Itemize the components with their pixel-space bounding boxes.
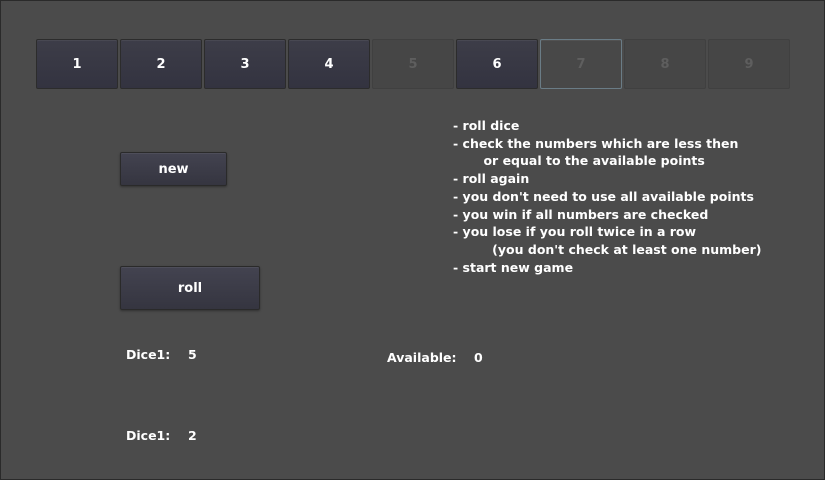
- instruction-line: - roll dice: [453, 118, 520, 133]
- dice1-value: 5: [188, 347, 197, 362]
- available-label: Available:: [387, 350, 457, 365]
- number-bar: 1 2 3 4 5 6 7 8 9: [36, 39, 792, 89]
- game-screen: 1 2 3 4 5 6 7 8 9 new roll - roll dice -…: [0, 0, 825, 480]
- instruction-line: - start new game: [453, 259, 574, 275]
- instruction-line: - you win if all numbers are checked: [453, 206, 709, 222]
- instruction-line: - you lose if you roll twice in a row: [453, 224, 697, 240]
- number-tile-8[interactable]: 8: [624, 39, 706, 89]
- number-tile-7[interactable]: 7: [540, 39, 622, 89]
- instruction-line: - roll again: [453, 171, 530, 187]
- number-tile-5[interactable]: 5: [372, 39, 454, 89]
- number-tile-2[interactable]: 2: [120, 39, 202, 89]
- instruction-line: (you don't check at least one number): [453, 241, 762, 257]
- dice1-label: Dice1:: [126, 347, 171, 362]
- instruction-line: - check the numbers which are less then: [453, 135, 739, 151]
- number-tile-6[interactable]: 6: [456, 39, 538, 89]
- number-tile-4[interactable]: 4: [288, 39, 370, 89]
- number-tile-3[interactable]: 3: [204, 39, 286, 89]
- available-value: 0: [474, 350, 483, 365]
- dice2-value: 2: [188, 428, 197, 443]
- roll-button[interactable]: roll: [120, 266, 260, 310]
- number-tile-9[interactable]: 9: [708, 39, 790, 89]
- instruction-line: - you don't need to use all available po…: [453, 188, 754, 204]
- number-tile-1[interactable]: 1: [36, 39, 118, 89]
- dice2-label: Dice1:: [126, 428, 171, 443]
- instructions-text: - roll dice - check the numbers which ar…: [453, 117, 761, 276]
- instruction-line: or equal to the available points: [453, 153, 705, 169]
- new-game-button[interactable]: new: [120, 152, 227, 186]
